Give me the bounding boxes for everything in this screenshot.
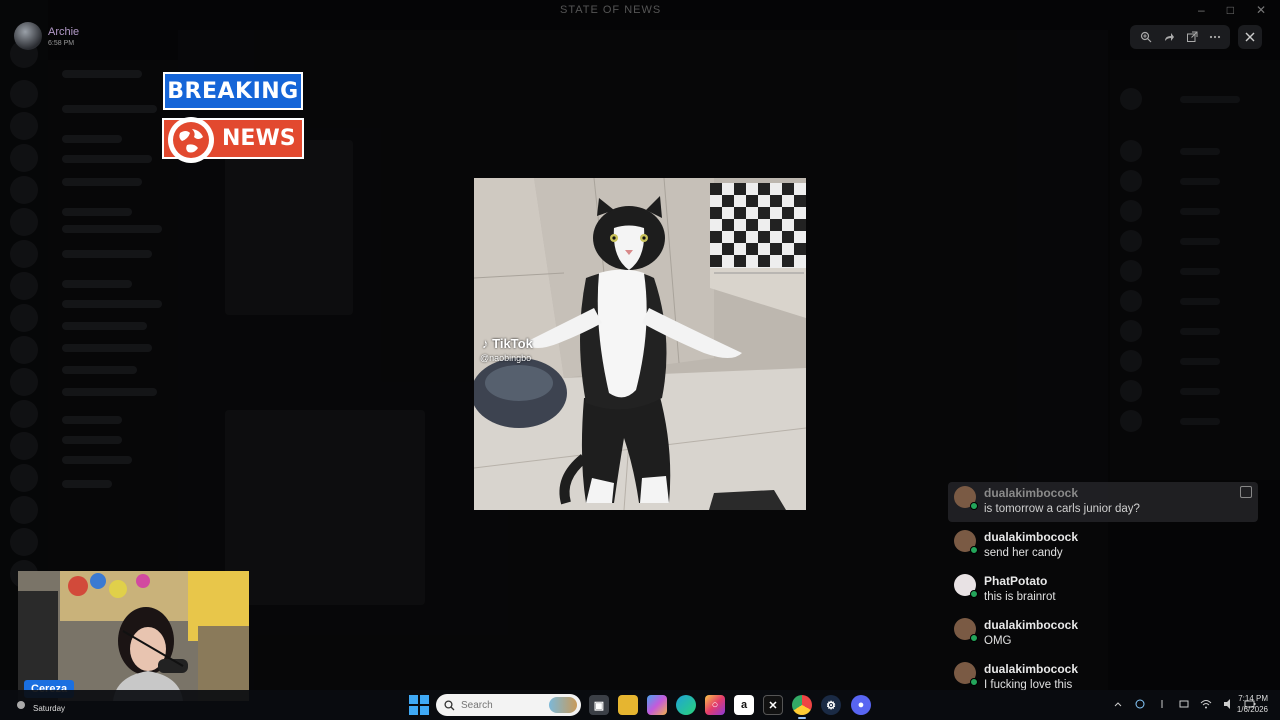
x-icon[interactable]: ✕: [763, 695, 783, 715]
chat-text: send her candy: [984, 547, 1063, 559]
close-icon: [1245, 32, 1255, 42]
chat-username: dualakimbocock: [984, 530, 1079, 544]
close-window-icon[interactable]: ✕: [1256, 3, 1266, 17]
member-list: [1110, 60, 1280, 480]
avatar: [954, 618, 978, 642]
edge-icon[interactable]: [676, 695, 696, 715]
avatar: [954, 486, 978, 510]
clock-time: 7:14 PM: [1238, 694, 1268, 703]
chat-text: is tomorrow a carls junior day?: [984, 503, 1140, 515]
sync-icon[interactable]: [1134, 698, 1146, 710]
media-image[interactable]: ♪ TikTok @naobingbo: [474, 178, 806, 510]
search-highlight-icon: [549, 697, 577, 713]
file-explorer-icon[interactable]: [618, 695, 638, 715]
weather-day: Saturday: [33, 704, 66, 713]
avatar: [954, 662, 978, 686]
reply-icon[interactable]: [1240, 486, 1252, 498]
chat-username: PhatPotato: [984, 574, 1048, 588]
chat-username: dualakimbocock: [984, 662, 1079, 676]
close-viewer-button[interactable]: [1238, 25, 1262, 49]
media-toolbar: [1130, 25, 1230, 49]
wifi-icon[interactable]: [1200, 698, 1212, 710]
chat-message[interactable]: dualakimbocock OMG: [948, 614, 1258, 654]
minimize-icon[interactable]: –: [1198, 3, 1205, 17]
discord-icon[interactable]: ●: [851, 695, 871, 715]
window-title: STATE OF NEWS: [560, 4, 662, 16]
steam-icon[interactable]: ⚙: [821, 695, 841, 715]
weather-icon[interactable]: [14, 698, 28, 712]
chevron-up-icon[interactable]: [1112, 698, 1124, 710]
globe-icon: [168, 116, 214, 163]
news-banner: NEWS: [162, 116, 304, 163]
clock[interactable]: 7:14 PM 1/6/2026: [1232, 693, 1268, 715]
app-tray-icon[interactable]: [1178, 698, 1190, 710]
forward-icon[interactable]: [1162, 30, 1176, 44]
chat-message[interactable]: dualakimbocock is tomorrow a carls junio…: [948, 482, 1258, 522]
instagram-icon[interactable]: ○: [705, 695, 725, 715]
title-bar: STATE OF NEWS – □ ✕: [0, 0, 1280, 22]
chat-text: this is brainrot: [984, 591, 1056, 603]
chrome-icon[interactable]: [792, 695, 812, 719]
chat-message[interactable]: dualakimbocock send her candy: [948, 526, 1258, 566]
clock-date: 1/6/2026: [1236, 705, 1268, 714]
avatar: [14, 22, 42, 50]
maximize-icon[interactable]: □: [1227, 3, 1234, 17]
tiktok-watermark: ♪ TikTok: [482, 336, 533, 351]
avatar: [954, 574, 978, 598]
stream-chat: dualakimbocock is tomorrow a carls junio…: [948, 482, 1260, 691]
chat-username: dualakimbocock: [984, 486, 1079, 500]
start-button[interactable]: [409, 695, 429, 715]
search-input[interactable]: [461, 699, 541, 711]
user-time: 6:58 PM: [48, 39, 75, 47]
news-text: NEWS: [222, 126, 296, 151]
chat-username: dualakimbocock: [984, 618, 1079, 632]
copilot-icon[interactable]: [647, 695, 667, 715]
avatar: [954, 530, 978, 554]
screen: STATE OF NEWS – □ ✕ Archie 6:58 PM BREAK…: [0, 0, 1280, 720]
window-controls: – □ ✕: [1198, 3, 1266, 17]
taskbar: Saturday ▣ ○ a ✕ ⚙ ● 7:14 PM 1/6/2026: [0, 690, 1280, 720]
zoom-icon[interactable]: [1139, 30, 1153, 44]
open-external-icon[interactable]: [1185, 30, 1199, 44]
amazon-icon[interactable]: a: [734, 695, 754, 715]
tiktok-handle: @naobingbo: [480, 353, 532, 363]
taskbar-search[interactable]: [436, 694, 581, 716]
more-icon[interactable]: [1208, 30, 1222, 44]
chat-text: OMG: [984, 635, 1012, 647]
chat-message[interactable]: PhatPotato this is brainrot: [948, 570, 1258, 610]
user-badge: Archie 6:58 PM: [14, 22, 79, 50]
task-view-icon[interactable]: ▣: [589, 695, 609, 715]
pin-icon[interactable]: [1156, 698, 1168, 710]
search-icon: [444, 699, 455, 710]
breaking-text: BREAKING: [167, 78, 299, 104]
user-name: Archie: [48, 25, 80, 38]
breaking-banner: BREAKING: [163, 72, 303, 110]
